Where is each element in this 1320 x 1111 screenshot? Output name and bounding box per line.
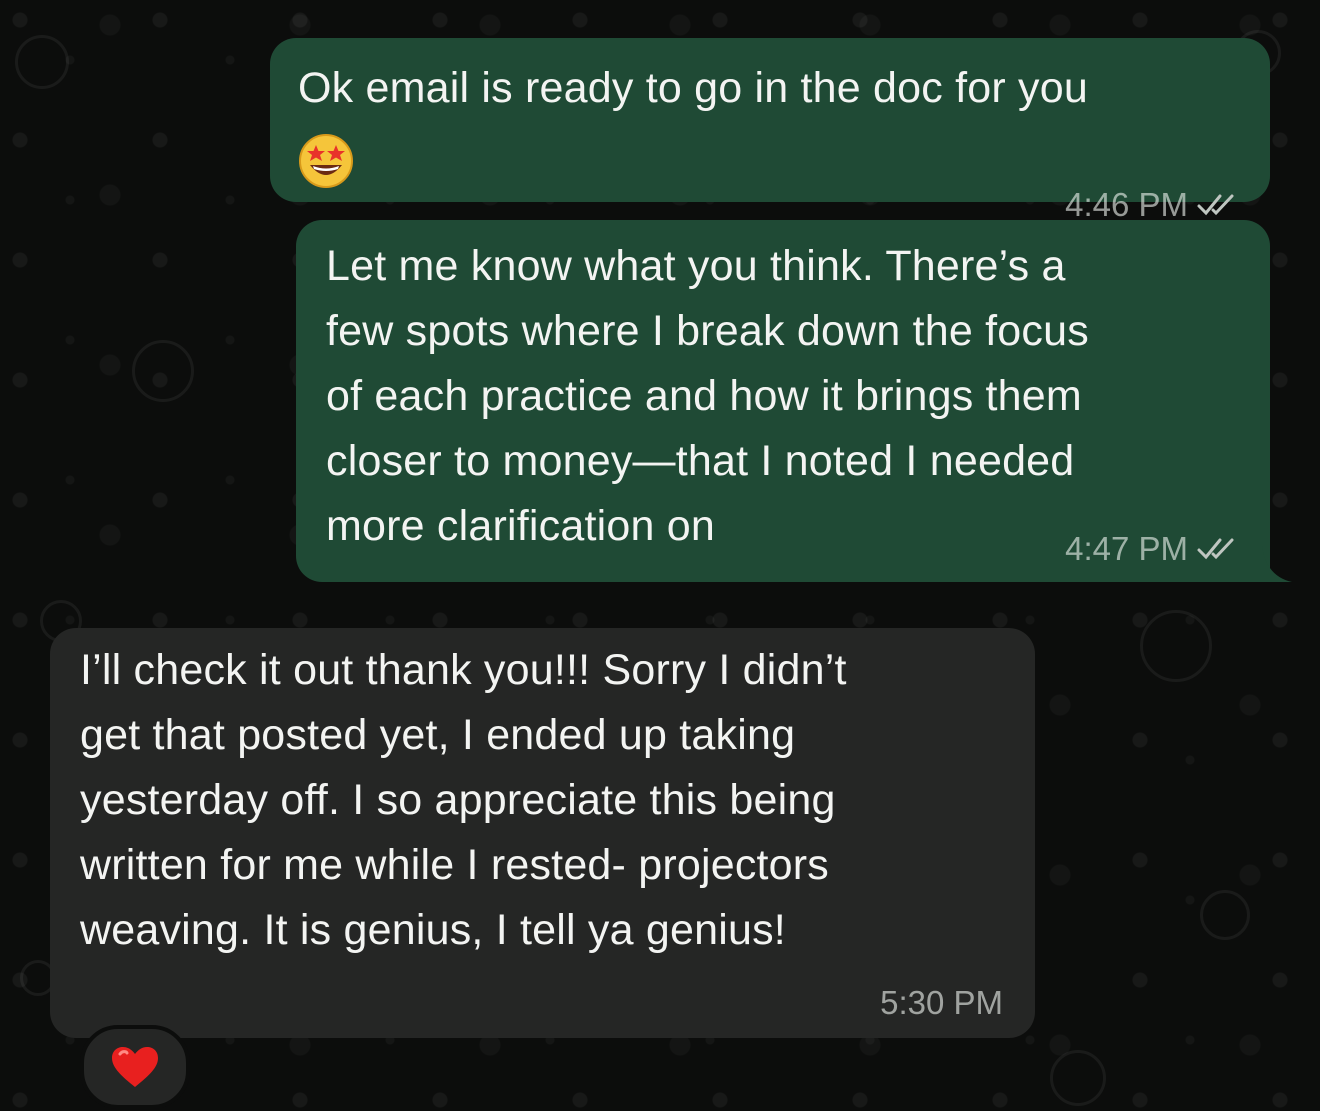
heart-icon [112, 1047, 158, 1087]
wallpaper-doodle [15, 35, 69, 89]
message-meta: 4:47 PM [1065, 530, 1240, 568]
incoming-message[interactable]: I’ll check it out thank you!!! Sorry I d… [50, 628, 1035, 1038]
outgoing-message[interactable]: Ok email is ready to go in the doc for y… [270, 38, 1270, 223]
wallpaper-doodle [132, 340, 194, 402]
message-reaction[interactable] [80, 1025, 190, 1109]
wallpaper-doodle [1140, 610, 1212, 682]
message-text: I’ll check it out thank you!!! Sorry I d… [80, 646, 847, 954]
message-text: Ok email is ready to go in the doc for y… [298, 64, 1088, 112]
message-time: 5:30 PM [880, 984, 1003, 1021]
wallpaper-doodle [1200, 890, 1250, 940]
bubble-tail [1262, 546, 1292, 582]
double-check-icon [1197, 194, 1234, 216]
double-check-icon [1197, 538, 1234, 560]
star-struck-emoji-icon [299, 134, 353, 188]
message-meta: 5:30 PM [880, 984, 1003, 1022]
outgoing-message[interactable]: Let me know what you think. There’s a fe… [296, 220, 1270, 582]
chat-thread[interactable]: Ok email is ready to go in the doc for y… [0, 0, 1320, 1111]
wallpaper-doodle [1050, 1050, 1106, 1106]
message-meta: 4:46 PM [1065, 186, 1240, 224]
message-time: 4:46 PM [1065, 186, 1188, 223]
message-text: Let me know what you think. There’s a fe… [326, 242, 1089, 550]
message-time: 4:47 PM [1065, 530, 1188, 567]
